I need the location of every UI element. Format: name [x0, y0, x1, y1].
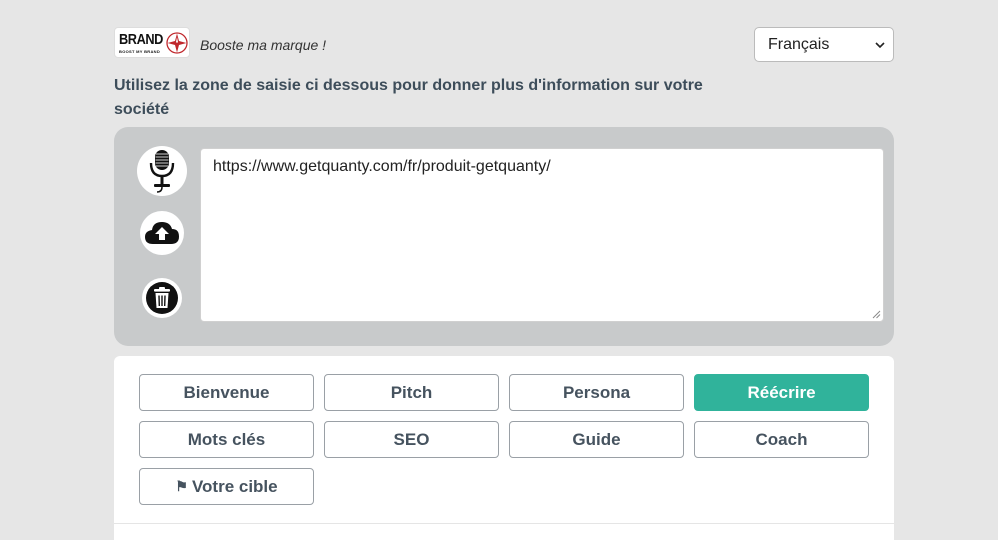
logo-text: BRAND — [119, 31, 163, 48]
microphone-icon — [149, 150, 175, 193]
action-label: Bienvenue — [183, 382, 270, 402]
flag-icon: ⚑ — [175, 478, 188, 494]
clear-button[interactable] — [142, 278, 182, 318]
language-select[interactable]: Français — [754, 27, 894, 62]
action-label: SEO — [393, 429, 430, 449]
upload-button[interactable] — [140, 211, 184, 255]
instructions-text: Utilisez la zone de saisie ci dessous po… — [114, 77, 703, 118]
cloud-upload-icon — [145, 222, 179, 244]
action-label: Votre cible — [191, 476, 278, 496]
resize-handle-icon[interactable] — [872, 310, 881, 319]
actions-panel: Bienvenue Pitch Persona Réécrire Mots cl… — [114, 356, 894, 540]
action-button-votre-cible[interactable]: ⚑ Votre cible — [139, 468, 314, 505]
trash-icon — [146, 282, 178, 314]
language-selected: Français — [768, 36, 830, 53]
tagline: Booste ma marque ! — [200, 37, 327, 53]
action-label: Pitch — [390, 382, 433, 402]
action-button-coach[interactable]: Coach — [694, 421, 869, 458]
input-panel: https://www.getquanty.com/fr/produit-get… — [114, 127, 894, 346]
action-label: Guide — [572, 429, 621, 449]
microphone-button[interactable] — [137, 146, 187, 196]
divider — [114, 523, 894, 524]
action-button-seo[interactable]: SEO — [324, 421, 499, 458]
action-label: Coach — [755, 429, 808, 449]
logo-subtext: BOOST MY BRAND — [119, 49, 161, 54]
action-button-persona[interactable]: Persona — [509, 374, 684, 411]
action-button-bienvenue[interactable]: Bienvenue — [139, 374, 314, 411]
action-label: Réécrire — [747, 382, 816, 402]
compass-star-icon — [166, 32, 188, 54]
action-button-pitch[interactable]: Pitch — [324, 374, 499, 411]
chevron-down-icon — [875, 42, 885, 49]
action-label: Persona — [562, 382, 631, 402]
brand-logo[interactable]: BRAND BOOST MY BRAND — [114, 27, 190, 58]
textarea-value: https://www.getquanty.com/fr/produit-get… — [213, 158, 551, 175]
action-label: Mots clés — [187, 429, 266, 449]
action-button-mots-cles[interactable]: Mots clés — [139, 421, 314, 458]
action-button-guide[interactable]: Guide — [509, 421, 684, 458]
info-textarea[interactable]: https://www.getquanty.com/fr/produit-get… — [200, 148, 884, 322]
action-button-reecrire[interactable]: Réécrire — [694, 374, 869, 411]
header: BRAND BOOST MY BRAND Booste ma marque ! … — [114, 27, 894, 62]
